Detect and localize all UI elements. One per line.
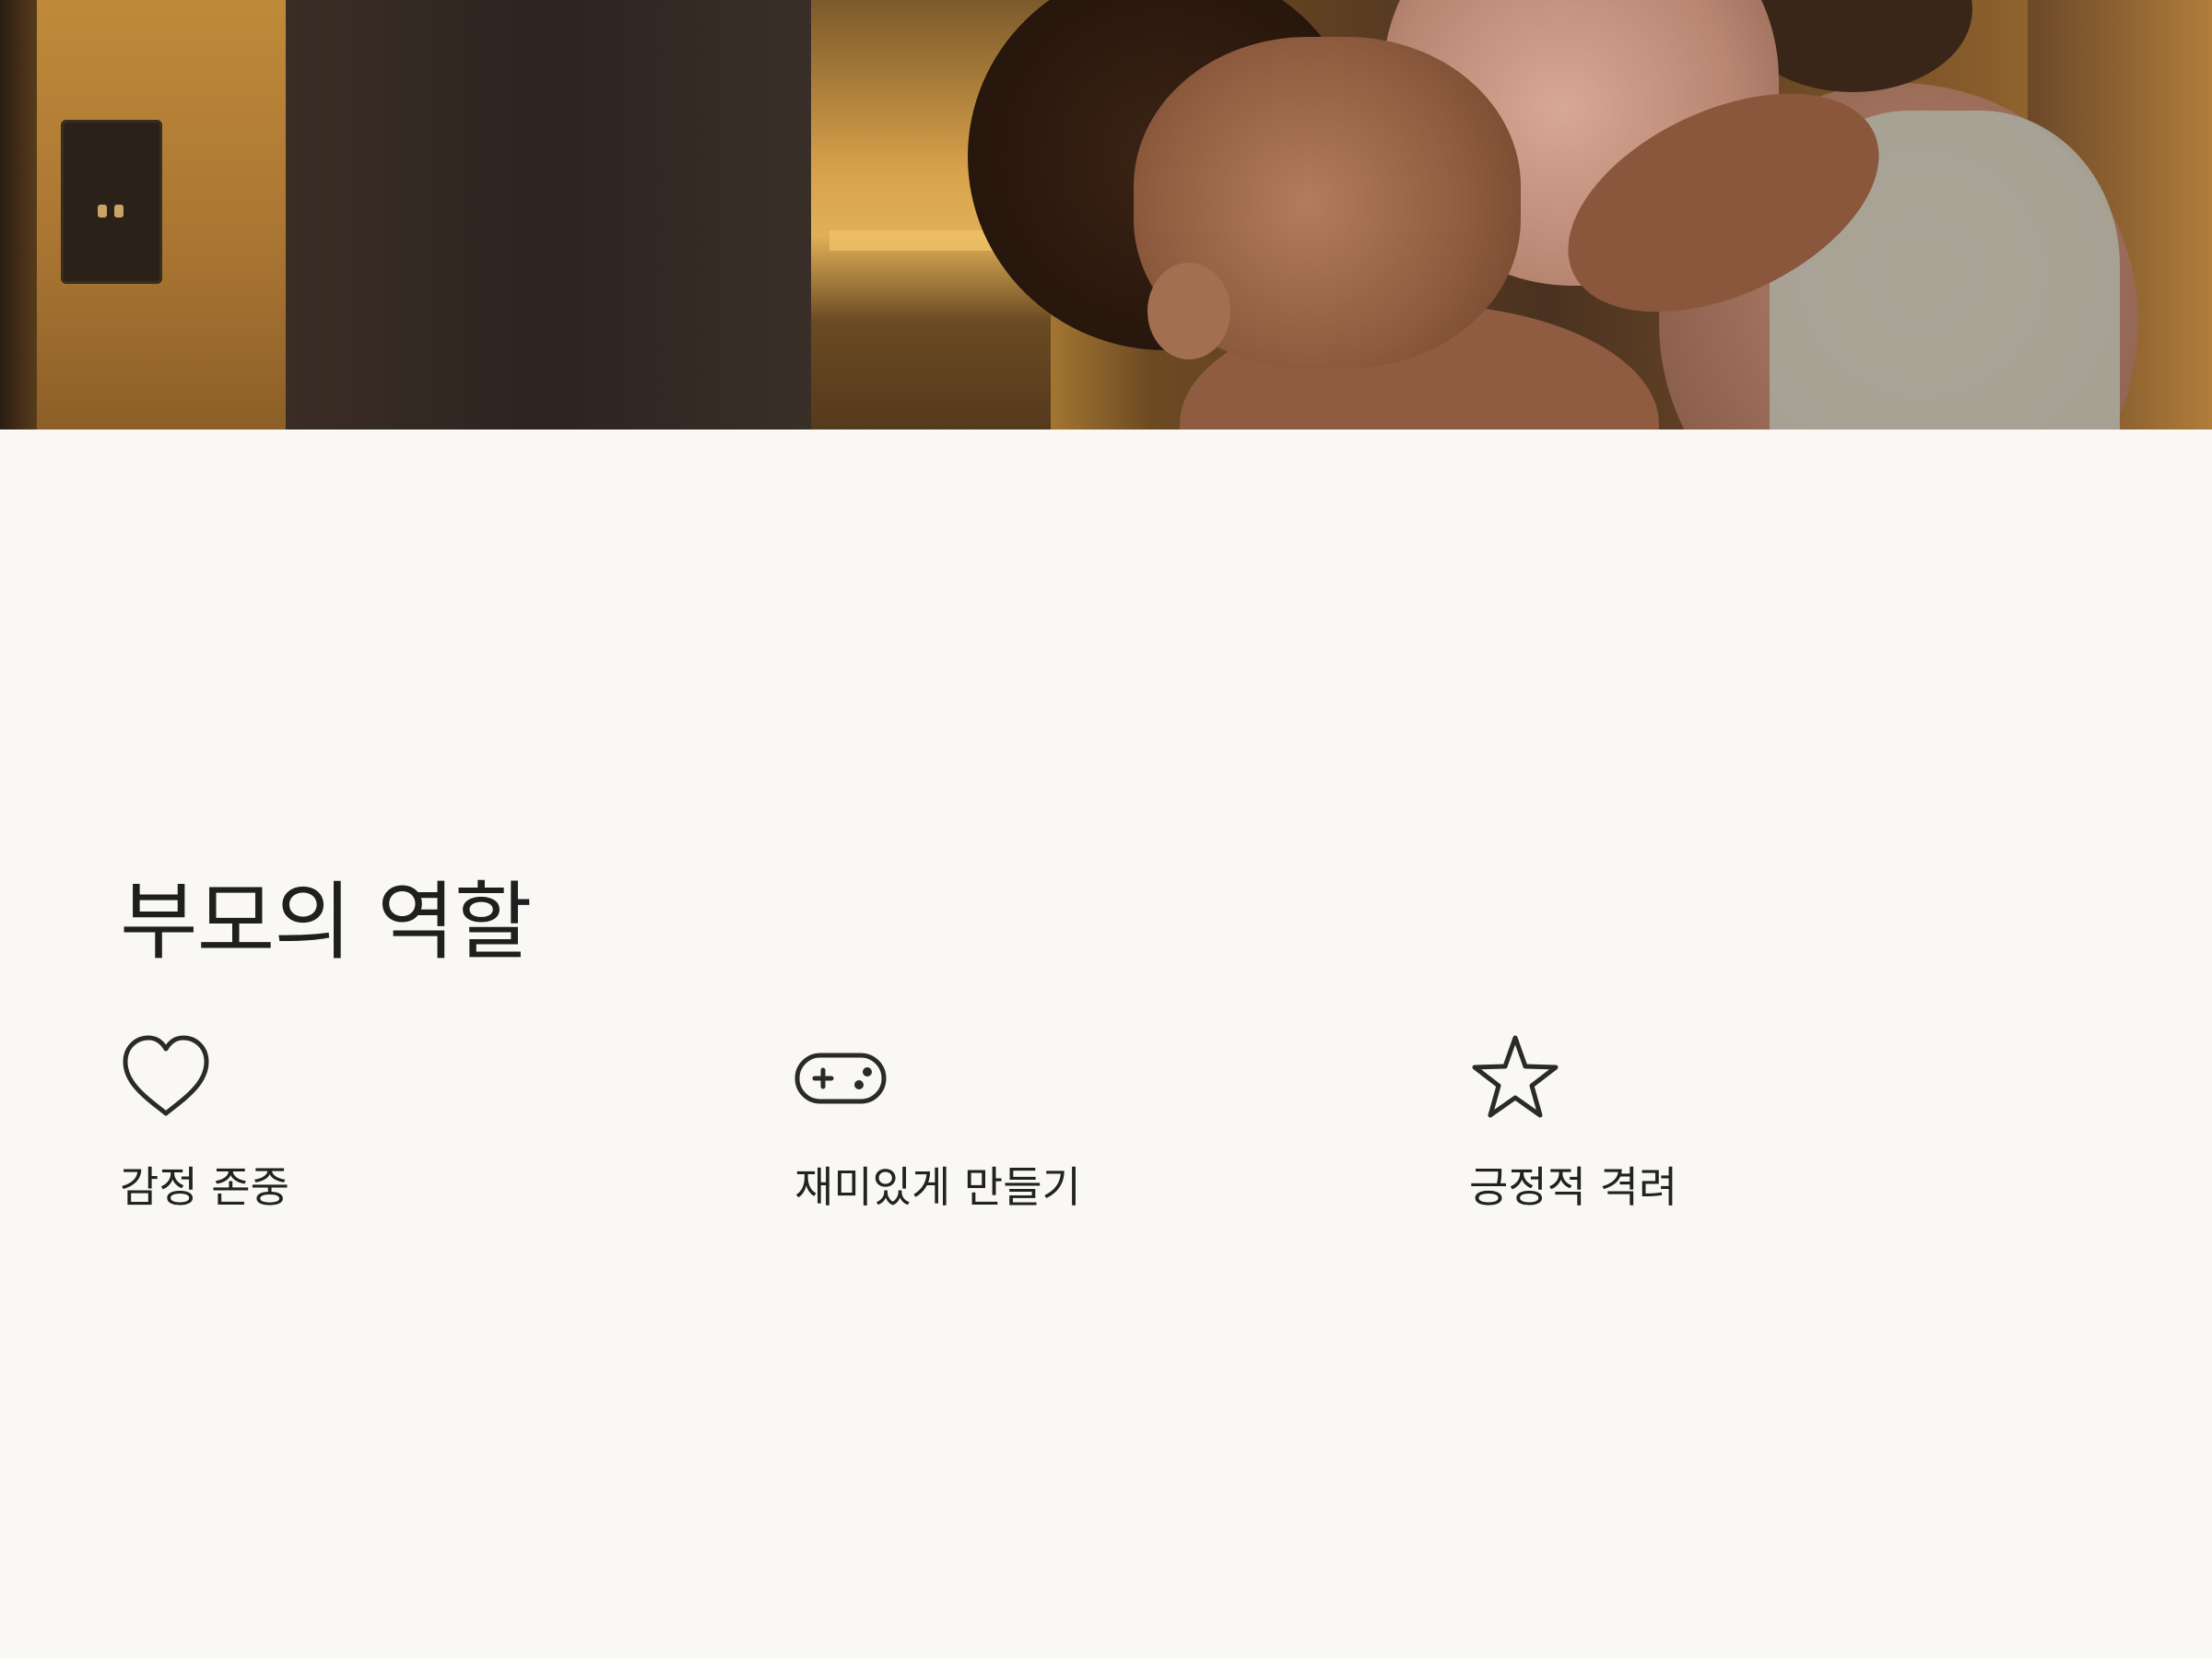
feature-list: 감정 존중 재미있게 만들기 긍정적 격려 [120,1032,2092,1217]
feature-label: 감정 존중 [120,1162,289,1212]
light-switch [61,120,162,284]
hero-image [0,0,2212,429]
feature-item-positive-encouragement: 긍정적 격려 [1469,1032,2022,1217]
star-icon [1469,1032,1561,1124]
gamepad-icon [794,1032,887,1124]
page: 부모의 역할 감정 존중 재미있게 만들기 긍정적 격려 [0,0,2212,1659]
feature-label: 재미있게 만들기 [794,1162,1081,1212]
heart-icon [120,1032,212,1124]
feature-item-make-fun: 재미있게 만들기 [794,1032,1347,1217]
section-title: 부모의 역할 [120,873,532,971]
feature-item-emotion-respect: 감정 존중 [120,1032,673,1217]
feature-label: 긍정적 격려 [1469,1162,1678,1212]
